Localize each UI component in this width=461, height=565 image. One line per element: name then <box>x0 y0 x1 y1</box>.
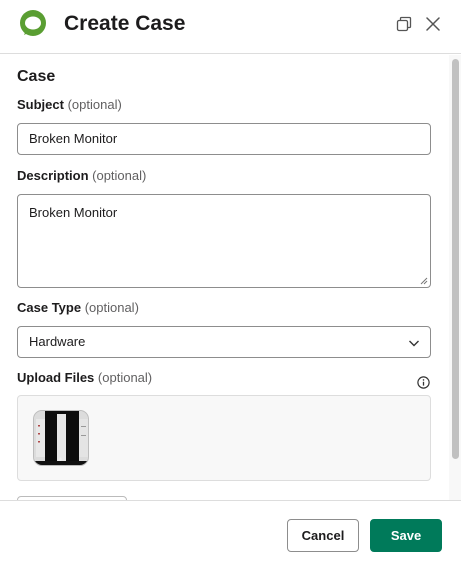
modal-header: Create Case <box>0 0 461 54</box>
description-label-text: Description <box>17 168 89 183</box>
case-type-label: Case Type (optional) <box>17 300 139 316</box>
popout-button[interactable] <box>394 14 414 34</box>
upload-optional: (optional) <box>97 370 153 385</box>
broken-monitor-image <box>34 411 88 465</box>
upload-label-text: Upload Files <box>17 370 95 385</box>
subject-input[interactable]: Broken Monitor <box>17 123 431 155</box>
case-type-select[interactable]: Hardware <box>17 326 431 358</box>
close-button[interactable] <box>423 14 443 34</box>
description-textarea[interactable]: Broken Monitor <box>17 194 431 288</box>
scrollbar-thumb[interactable] <box>452 59 459 459</box>
modal-title: Create Case <box>64 12 186 35</box>
case-type-label-text: Case Type <box>17 300 82 315</box>
description-label: Description (optional) <box>17 168 146 184</box>
section-title: Case <box>17 68 56 85</box>
modal-body[interactable]: Case Subject (optional) Broken Monitor D… <box>0 55 461 500</box>
subject-label-text: Subject <box>17 97 64 112</box>
description-optional: (optional) <box>92 168 147 183</box>
upload-files-label: Upload Files (optional) <box>17 370 152 386</box>
description-value: Broken Monitor <box>29 205 118 220</box>
chat-bubble-logo-icon <box>20 10 46 36</box>
resize-handle-icon[interactable] <box>420 277 428 285</box>
modal-footer: Cancel Save <box>0 500 461 565</box>
uploaded-file-thumbnail[interactable] <box>33 410 89 466</box>
case-type-optional: (optional) <box>84 300 139 315</box>
case-type-value: Hardware <box>29 334 86 349</box>
chevron-down-icon <box>409 340 419 347</box>
info-icon[interactable] <box>417 376 430 389</box>
cancel-button[interactable]: Cancel <box>287 519 359 552</box>
subject-optional: (optional) <box>67 97 122 112</box>
popout-icon <box>396 16 412 32</box>
save-button[interactable]: Save <box>370 519 442 552</box>
upload-dropzone[interactable] <box>17 395 431 481</box>
subject-label: Subject (optional) <box>17 97 122 113</box>
close-icon <box>426 17 440 31</box>
